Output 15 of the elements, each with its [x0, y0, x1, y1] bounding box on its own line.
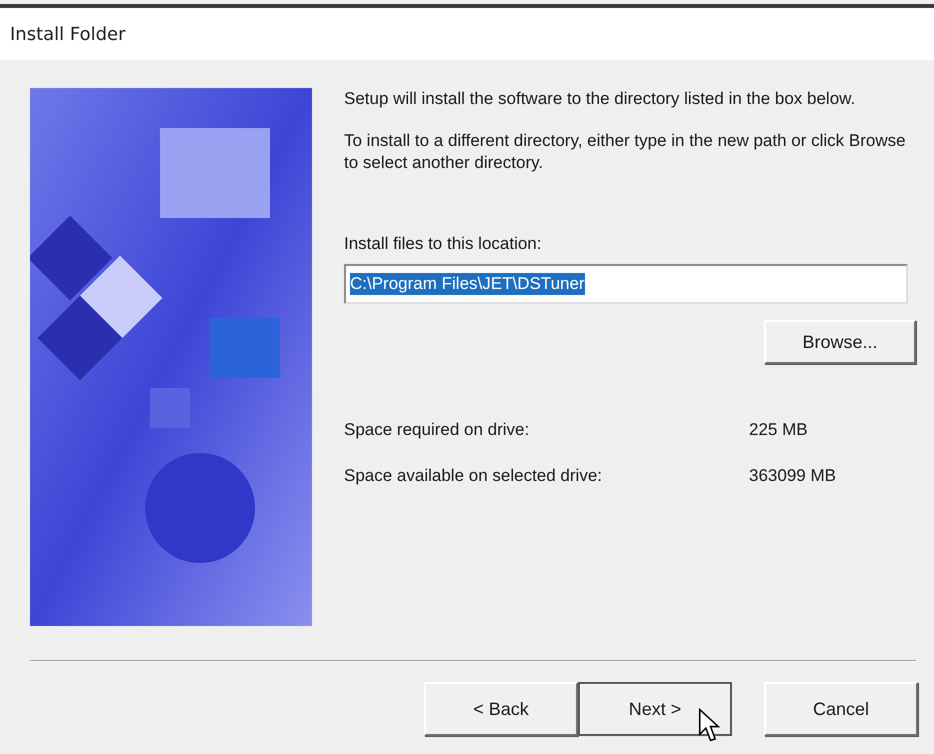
window-title: Install Folder [10, 24, 126, 44]
dialog-button[interactable]: Next > [578, 682, 732, 736]
field-label: Install files to this location: [344, 234, 542, 254]
path-text: C:\Program Files\JET\DSTuner [350, 273, 585, 295]
description-text: To install to a different directory, either type in the new path or click Browse to select another directory. [344, 130, 907, 174]
space-value: 225 MB [749, 420, 808, 440]
space-value: 363099 MB [749, 466, 836, 486]
description-text: Setup will install the software to the directory listed in the box below. [344, 88, 856, 110]
mouse-pointer-icon [698, 708, 720, 742]
browse-button[interactable]: Browse... [764, 320, 916, 364]
dialog-button[interactable]: < Back [424, 682, 578, 736]
install-path-field[interactable]: C:\Program Files\JET\DSTuner [344, 264, 908, 304]
space-label: Space available on selected drive: [344, 466, 603, 486]
space-label: Space required on drive: [344, 420, 530, 440]
dialog-button[interactable]: Cancel [764, 682, 918, 736]
